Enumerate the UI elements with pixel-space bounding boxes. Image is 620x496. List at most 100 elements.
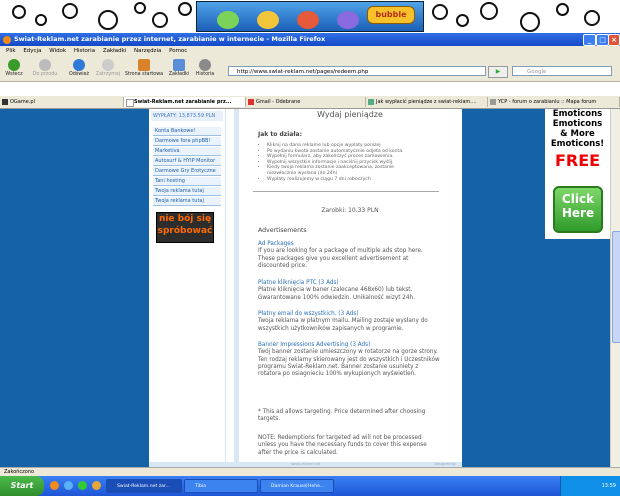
ad-package-description: Płatne kliknięcia w baner (zalecane 468x…	[258, 287, 415, 301]
bookmarks-button[interactable]: Zakładki	[168, 59, 190, 77]
tab-gmail[interactable]: Gmail - Odebrane	[246, 97, 366, 107]
window-title: Swiat-Reklam.net zarabianie przez intern…	[14, 35, 326, 43]
back-button[interactable]: Wstecz	[3, 59, 25, 77]
window-titlebar[interactable]: Swiat-Reklam.net zarabianie przez intern…	[0, 33, 620, 46]
bookmarks-label: Zakładki	[168, 72, 190, 77]
tab-ogame[interactable]: OGame.pl	[0, 97, 124, 107]
ad-package: Banner Impressions Advertising (3 Ads) T…	[258, 342, 440, 378]
ad-package: Płatny email do wszystkich. (3 Ads) Twoj…	[258, 311, 440, 333]
scrollbar-thumb[interactable]	[612, 231, 620, 343]
reload-icon	[73, 59, 85, 71]
firefox-icon	[3, 36, 11, 44]
vertical-scrollbar[interactable]	[610, 109, 620, 467]
start-button[interactable]: Start	[0, 476, 44, 496]
stop-icon	[102, 59, 114, 71]
list-item: Wypłaty realizujemy w ciągu 7 dni robocz…	[267, 177, 437, 183]
tab-swiat-reklam[interactable]: Swiat-Reklam.net zarabianie prz...	[124, 97, 246, 107]
right-emoticons-ad[interactable]: Emoticons Emoticons & More Emoticons! FR…	[545, 109, 610, 239]
reload-button[interactable]: Odśwież	[66, 59, 92, 77]
windows-taskbar: Start Swiat-Reklam.net zar... Tibia Dami…	[0, 476, 620, 496]
tab-label: OGame.pl	[10, 99, 35, 105]
menu-edit[interactable]: Edycja	[23, 48, 41, 54]
bubble-icon	[584, 10, 600, 26]
taskbar-item-tibia[interactable]: Tibia	[184, 479, 258, 493]
menu-view[interactable]: Widok	[49, 48, 66, 54]
forward-arrow-icon	[39, 59, 51, 71]
bubble-icon	[98, 10, 118, 30]
ad-package-description: Twój banner zostanie umieszczony w rotat…	[258, 349, 440, 378]
ogame-favicon-icon	[2, 99, 8, 105]
status-bar: Zakończono	[0, 467, 620, 476]
click-here-button[interactable]: Click Here	[553, 186, 603, 233]
ad-package-link[interactable]: Platne kliknięcia PTC (3 Ads)	[258, 280, 440, 287]
tab-label: Jak wypłacić pieniądze z swiat-reklam...…	[376, 99, 477, 105]
forward-label: Do przodu	[32, 72, 58, 77]
top-ad-banner[interactable]: bubble	[0, 0, 620, 32]
close-button[interactable]: ×	[608, 34, 620, 46]
home-button[interactable]: Strona startowa	[124, 59, 164, 77]
home-icon	[138, 59, 150, 71]
history-button[interactable]: Historia	[194, 59, 216, 77]
back-arrow-icon	[8, 59, 20, 71]
forward-button[interactable]: Do przodu	[30, 59, 60, 77]
quicklaunch-ie-icon[interactable]	[64, 481, 73, 490]
page-viewport: WYPŁATY: 13,873.59 PLN Konta Bankowe! Da…	[0, 109, 610, 467]
menu-help[interactable]: Pomoc	[169, 48, 187, 54]
sidebar-item-hosting[interactable]: Tani hosting	[153, 177, 221, 186]
stop-label: Zatrzymaj	[95, 72, 121, 77]
bubble-icon	[432, 4, 448, 20]
page-body: WYPŁATY: 13,873.59 PLN Konta Bankowe! Da…	[149, 109, 462, 467]
address-bar[interactable]: http://www.swiat-reklam.net/pages/redeem…	[228, 66, 486, 76]
page-title: Wydaj pieniądze	[317, 110, 383, 119]
ad-line: Emoticons	[552, 109, 603, 119]
ad-package-link[interactable]: Płatny email do wszystkich. (3 Ads)	[258, 311, 440, 318]
character-icon	[257, 11, 279, 29]
bookmarks-icon	[173, 59, 185, 71]
sidebar-item-reklama-2[interactable]: Twoja reklama tutaj	[153, 197, 221, 206]
ad-package-description: Twoja reklama w płatnym mailu. Mailing z…	[258, 318, 428, 332]
sidebar-item-gry[interactable]: Darmowe Gry Erotyczne	[153, 167, 221, 176]
bubble-icon	[178, 2, 192, 16]
taskbar-item-chat[interactable]: Damian Krause[Hehe...	[260, 479, 334, 493]
menu-bookmarks[interactable]: Zakładki	[103, 48, 126, 54]
bubble-icon	[62, 3, 78, 19]
bubble-icon	[480, 2, 498, 20]
ad-line: Emoticons!	[550, 139, 605, 149]
sidebar-ad-sticker[interactable]: nie bój się spróbować	[156, 212, 214, 243]
tab-ycp-forum[interactable]: YCP - forum o zarabianiu :: Mapa forum	[488, 97, 620, 107]
quicklaunch-messenger-icon[interactable]	[78, 481, 87, 490]
tab-label: Gmail - Odebrane	[256, 99, 301, 105]
sidebar-item-konta-bankowe[interactable]: Konta Bankowe!	[153, 127, 221, 136]
forum-favicon-icon	[490, 99, 496, 105]
steps-list: Kliknij na dana reklame lub opcje wyplat…	[259, 143, 437, 182]
sidebar-item-autosurf[interactable]: Autosurf & HYIP Monitor	[153, 157, 221, 166]
menu-file[interactable]: Plik	[6, 48, 16, 54]
tab-jak-wyplacic[interactable]: Jak wypłacić pieniądze z swiat-reklam...…	[366, 97, 488, 107]
bubble-icon	[520, 12, 540, 32]
sidebar-item-marketiva[interactable]: Marketiva	[153, 147, 221, 156]
ad-package: Ad Packages If you are looking for a pac…	[258, 241, 440, 270]
footer-site: swiat-reklam.net	[290, 462, 321, 466]
ad-game-artwork: bubble	[196, 1, 424, 32]
tab-bar: OGame.pl Swiat-Reklam.net zarabianie prz…	[0, 96, 620, 109]
minimize-button[interactable]: _	[583, 34, 596, 46]
go-button[interactable]: ▶	[488, 66, 508, 78]
ad-package-link[interactable]: Ad Packages	[258, 241, 440, 248]
main-content: Wydaj pieniądze Jak to działa: Kliknij n…	[234, 109, 461, 467]
taskbar-item-firefox[interactable]: Swiat-Reklam.net zar...	[106, 479, 182, 493]
quicklaunch-media-icon[interactable]	[92, 481, 101, 490]
search-input[interactable]: Google	[512, 66, 612, 76]
howto-heading: Jak to działa:	[258, 131, 303, 138]
history-icon	[199, 59, 211, 71]
page-favicon-icon	[126, 99, 134, 107]
forum-favicon-icon	[368, 99, 374, 105]
sidebar-item-fora-phpbb[interactable]: Darmowe fora phpBB!	[153, 137, 221, 146]
sidebar-item-reklama-1[interactable]: Twoja reklama tutaj	[153, 187, 221, 196]
quicklaunch-firefox-icon[interactable]	[50, 481, 59, 490]
ad-line: & More	[560, 129, 595, 139]
stop-button[interactable]: Zatrzymaj	[94, 59, 122, 77]
clock: 13:59	[601, 483, 616, 489]
menu-tools[interactable]: Narzędzia	[134, 48, 161, 54]
menu-history[interactable]: Historia	[74, 48, 95, 54]
click-label: Click	[561, 192, 595, 206]
